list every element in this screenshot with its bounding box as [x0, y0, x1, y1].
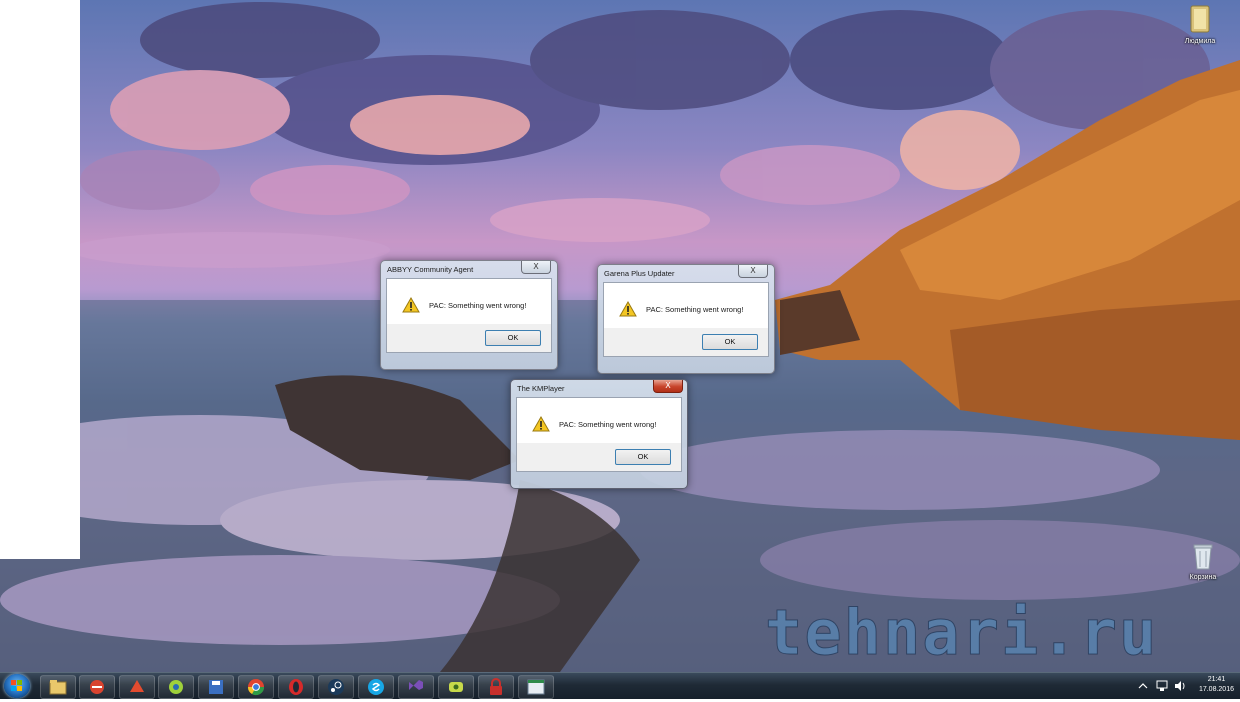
- desktop-icon-recycle-bin[interactable]: Корзина: [1180, 542, 1226, 581]
- dialog-kmplayer: The KMPlayer X PAC: Something went wrong…: [510, 379, 688, 489]
- recycle-bin-icon: [1193, 544, 1213, 570]
- explorer-icon: [49, 680, 67, 695]
- taskbar-app-lock[interactable]: [478, 675, 514, 699]
- game-icon: [130, 680, 144, 692]
- start-button[interactable]: [4, 674, 30, 698]
- app-icon: [449, 682, 463, 692]
- system-tray: 21:41 17.08.2016: [1130, 673, 1240, 699]
- chrome-icon: [247, 679, 265, 696]
- warning-icon: [402, 297, 420, 313]
- taskbar-app-steam[interactable]: [318, 675, 354, 699]
- volume-icon[interactable]: [1174, 680, 1186, 692]
- window-icon: [527, 679, 545, 695]
- clock-time: 21:41: [1207, 676, 1226, 683]
- dialog-message: PAC: Something went wrong!: [429, 301, 527, 310]
- dialog-body: PAC: Something went wrong!: [386, 278, 552, 324]
- desktop-icon-label: Людмила: [1184, 38, 1216, 45]
- taskbar-app-chrome[interactable]: [238, 675, 274, 699]
- skype-icon: [368, 679, 384, 695]
- dialog-body: PAC: Something went wrong!: [603, 282, 769, 328]
- dialog-title: Garena Plus Updater: [604, 269, 675, 278]
- dialog-message: PAC: Something went wrong!: [559, 420, 657, 429]
- dialog-message: PAC: Something went wrong!: [646, 305, 744, 314]
- game-icon: [169, 680, 183, 694]
- taskbar-app-window[interactable]: [518, 675, 554, 699]
- dialog-abbyy: ABBYY Community Agent X PAC: Something w…: [380, 260, 558, 370]
- folder-icon: [1190, 5, 1210, 33]
- dialog-garena: Garena Plus Updater X PAC: Something wen…: [597, 264, 775, 374]
- dialog-close-button[interactable]: X: [653, 380, 683, 393]
- desktop-icon-label: Корзина: [1189, 574, 1217, 581]
- warning-icon: [532, 416, 550, 432]
- dialog-title: ABBYY Community Agent: [387, 265, 474, 274]
- taskbar-app-visual-studio[interactable]: [398, 675, 434, 699]
- dialog-body: PAC: Something went wrong!: [516, 397, 682, 443]
- warning-icon: [619, 301, 637, 317]
- lock-icon: [490, 678, 502, 695]
- white-window-panel: [0, 0, 80, 559]
- taskbar-app-save[interactable]: [198, 675, 234, 699]
- dialog-close-button[interactable]: X: [738, 265, 768, 278]
- clock-date: 17.08.2016: [1198, 686, 1234, 693]
- watermark-text: tehnari.ru: [764, 596, 1159, 670]
- taskbar-app-game-3[interactable]: [158, 675, 194, 699]
- taskbar-explorer[interactable]: [40, 675, 76, 699]
- save-icon: [209, 680, 223, 694]
- opera-icon: [289, 679, 303, 695]
- steam-icon: [328, 679, 344, 695]
- taskbar: 21:41 17.08.2016: [0, 672, 1240, 699]
- ok-button[interactable]: OK: [615, 449, 671, 465]
- taskbar-app-skype[interactable]: [358, 675, 394, 699]
- dialog-footer: OK: [603, 328, 769, 357]
- desktop-icon-user-folder[interactable]: Людмила: [1177, 4, 1223, 45]
- taskbar-clock[interactable]: 21:41 17.08.2016: [1199, 675, 1234, 695]
- dialog-footer: OK: [386, 324, 552, 353]
- ok-button[interactable]: OK: [702, 334, 758, 350]
- ok-button[interactable]: OK: [485, 330, 541, 346]
- taskbar-app-game-1[interactable]: [79, 675, 115, 699]
- taskbar-app-game-2[interactable]: [119, 675, 155, 699]
- dialog-title: The KMPlayer: [517, 384, 565, 393]
- dialog-footer: OK: [516, 443, 682, 472]
- dialog-close-button[interactable]: X: [521, 261, 551, 274]
- taskbar-app-opera[interactable]: [278, 675, 314, 699]
- taskbar-app-unknown[interactable]: [438, 675, 474, 699]
- game-icon: [90, 680, 104, 694]
- network-icon[interactable]: [1156, 680, 1168, 692]
- app-icon: [409, 680, 423, 690]
- windows-logo-icon: [11, 680, 22, 691]
- chevron-up-icon[interactable]: [1138, 681, 1148, 691]
